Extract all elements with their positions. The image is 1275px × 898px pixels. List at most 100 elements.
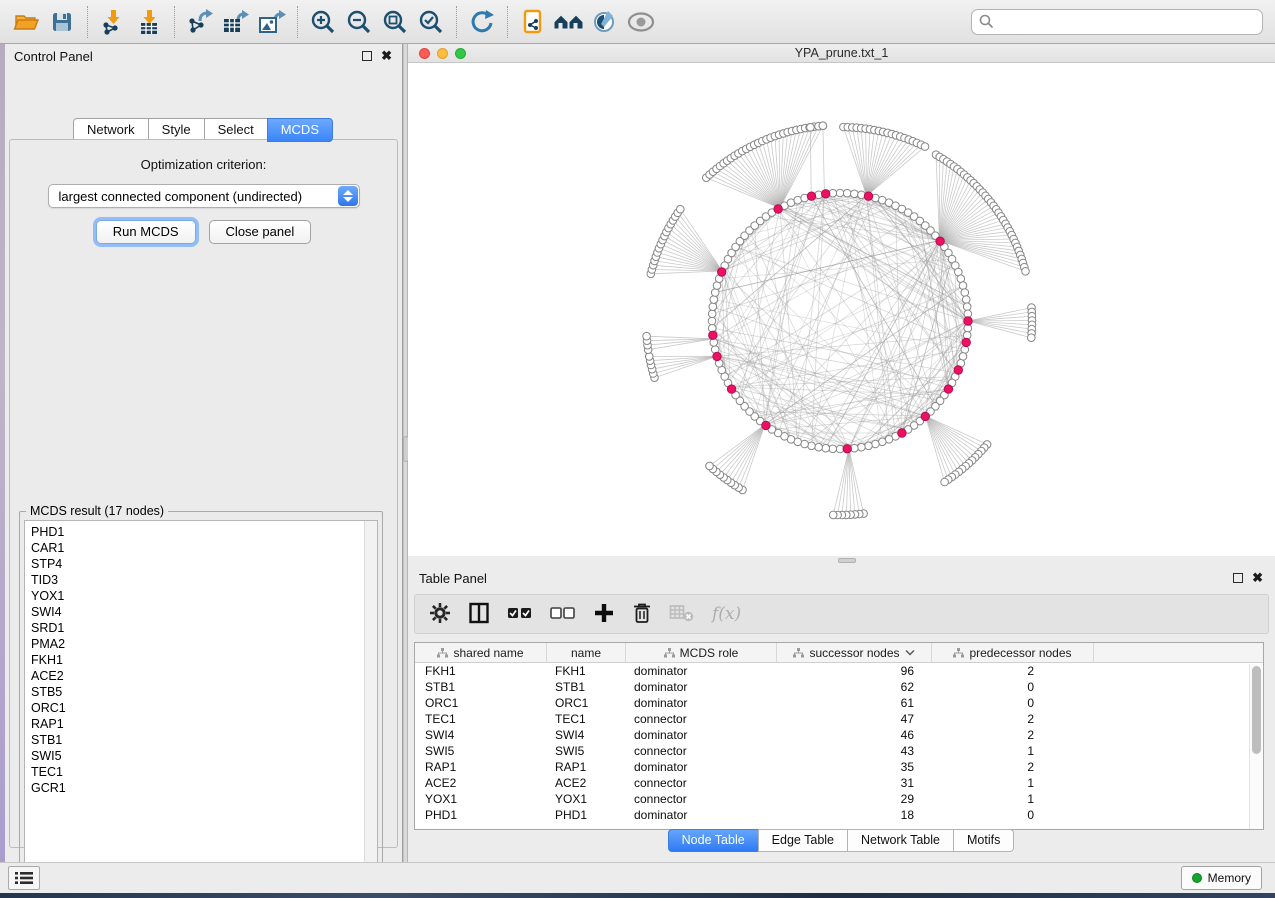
export-image-button[interactable] (254, 5, 290, 39)
import-network-button[interactable] (95, 5, 131, 39)
zoom-fit-icon (382, 9, 408, 35)
cell-name: RAP1 (547, 760, 626, 774)
close-panel-icon[interactable]: ✖ (381, 48, 392, 64)
cell-predecessor-nodes: 0 (932, 680, 1094, 694)
table-settings-button[interactable] (429, 602, 451, 627)
cell-MCDS-role: dominator (626, 808, 777, 822)
deselect-all-button[interactable] (550, 605, 576, 624)
table-row[interactable]: PHD1PHD1dominator180 (415, 807, 1263, 823)
show-columns-button[interactable] (468, 602, 490, 627)
float-panel-icon[interactable] (362, 51, 372, 61)
export-table-button[interactable] (218, 5, 254, 39)
optimization-criterion-select[interactable]: largest connected component (undirected) (48, 184, 360, 208)
mcds-result-item[interactable]: STB1 (31, 732, 377, 748)
search-input[interactable] (999, 14, 1255, 30)
horizontal-splitter[interactable] (408, 556, 1275, 566)
mcds-result-item[interactable]: PMA2 (31, 636, 377, 652)
attribute-tree-icon (664, 648, 675, 658)
delete-button[interactable] (632, 602, 652, 627)
save-session-button[interactable] (44, 5, 80, 39)
close-panel-icon[interactable]: ✖ (1252, 570, 1263, 586)
column-header-successor-nodes[interactable]: successor nodes (777, 643, 932, 662)
memory-button[interactable]: Memory (1181, 866, 1262, 890)
table-row[interactable]: ACE2ACE2connector311 (415, 775, 1263, 791)
node-table-header: shared name name MCDS role successor nodes p… (415, 643, 1263, 663)
mcds-result-item[interactable]: PHD1 (31, 524, 377, 540)
scrollbar-thumb[interactable] (1252, 666, 1261, 754)
cell-name: FKH1 (547, 664, 626, 678)
table-scrollbar[interactable] (1249, 664, 1263, 829)
cell-name: TEC1 (547, 712, 626, 726)
import-table-button[interactable] (131, 5, 167, 39)
new-network-from-selection-button[interactable] (515, 5, 551, 39)
tab-network-table[interactable]: Network Table (847, 829, 954, 852)
export-network-button[interactable] (182, 5, 218, 39)
task-history-button[interactable] (8, 866, 40, 890)
tab-node-table[interactable]: Node Table (668, 829, 759, 852)
float-panel-icon[interactable] (1233, 573, 1243, 583)
column-header-label: predecessor nodes (969, 646, 1071, 660)
mcds-result-item[interactable]: SWI5 (31, 748, 377, 764)
table-row[interactable]: RAP1RAP1dominator352 (415, 759, 1263, 775)
mcds-result-item[interactable]: STP4 (31, 556, 377, 572)
search-box[interactable] (971, 9, 1263, 35)
mcds-result-item[interactable]: TID3 (31, 572, 377, 588)
graphics-details-button[interactable] (623, 5, 659, 39)
close-panel-button[interactable]: Close panel (209, 220, 312, 244)
mcds-result-item[interactable]: CAR1 (31, 540, 377, 556)
mcds-result-list[interactable]: PHD1CAR1STP4TID3YOX1SWI4SRD1PMA2FKH1ACE2… (24, 520, 378, 879)
mcds-result-item[interactable]: ORC1 (31, 700, 377, 716)
column-header-label: name (571, 646, 601, 660)
mcds-result-item[interactable]: STB5 (31, 684, 377, 700)
table-row[interactable]: TEC1TEC1connector472 (415, 711, 1263, 727)
column-header-shared-name[interactable]: shared name (415, 643, 547, 662)
cell-shared-name: ORC1 (415, 696, 547, 710)
mcds-result-item[interactable]: SRD1 (31, 620, 377, 636)
select-all-icon (507, 605, 533, 621)
cell-shared-name: YOX1 (415, 792, 547, 806)
tab-motifs[interactable]: Motifs (953, 829, 1014, 852)
select-all-button[interactable] (507, 605, 533, 624)
column-header-MCDS-role[interactable]: MCDS role (626, 643, 777, 662)
zoom-selected-button[interactable] (413, 5, 449, 39)
tab-edge-table[interactable]: Edge Table (758, 829, 848, 852)
mcds-result-item[interactable]: SWI4 (31, 604, 377, 620)
table-row[interactable]: STB1STB1dominator620 (415, 679, 1263, 695)
add-button[interactable] (593, 602, 615, 627)
mcds-result-item[interactable]: YOX1 (31, 588, 377, 604)
mcds-result-item[interactable]: GCR1 (31, 780, 377, 796)
mcds-result-item[interactable]: ACE2 (31, 668, 377, 684)
mcds-result-item[interactable]: RAP1 (31, 716, 377, 732)
table-row[interactable]: FKH1FKH1dominator962 (415, 663, 1263, 679)
column-header-name[interactable]: name (547, 643, 626, 662)
zoom-in-button[interactable] (305, 5, 341, 39)
first-neighbors-button[interactable] (551, 5, 587, 39)
network-canvas[interactable] (408, 63, 1275, 556)
delete-table-button (669, 603, 695, 626)
splitter-grip[interactable] (838, 558, 856, 563)
open-session-button[interactable] (8, 5, 44, 39)
mcds-result-item[interactable]: TEC1 (31, 764, 377, 780)
table-row[interactable]: ORC1ORC1dominator610 (415, 695, 1263, 711)
run-mcds-button[interactable]: Run MCDS (96, 220, 196, 244)
status-bar: Memory (0, 862, 1275, 893)
table-row[interactable]: SWI4SWI4dominator462 (415, 727, 1263, 743)
cell-name: ORC1 (547, 696, 626, 710)
zoom-fit-button[interactable] (377, 5, 413, 39)
mcds-result-group: MCDS result (17 nodes) PHD1CAR1STP4TID3Y… (19, 511, 383, 884)
table-row[interactable]: SWI5SWI5connector431 (415, 743, 1263, 759)
refresh-button[interactable] (464, 5, 500, 39)
column-header-predecessor-nodes[interactable]: predecessor nodes (932, 643, 1094, 662)
zoom-out-button[interactable] (341, 5, 377, 39)
tab-mcds[interactable]: MCDS (267, 118, 333, 142)
table-row[interactable]: YOX1YOX1connector291 (415, 791, 1263, 807)
node-table[interactable]: shared name name MCDS role successor nodes p… (414, 642, 1264, 830)
mcds-result-item[interactable]: FKH1 (31, 652, 377, 668)
cell-successor-nodes: 43 (777, 744, 932, 758)
cell-predecessor-nodes: 0 (932, 808, 1094, 822)
column-header-label: MCDS role (680, 646, 739, 660)
toolbar-separator (507, 6, 508, 38)
mcds-list-scrollbar[interactable] (364, 521, 377, 878)
vizmapper-button[interactable] (587, 5, 623, 39)
cell-shared-name: SWI4 (415, 728, 547, 742)
